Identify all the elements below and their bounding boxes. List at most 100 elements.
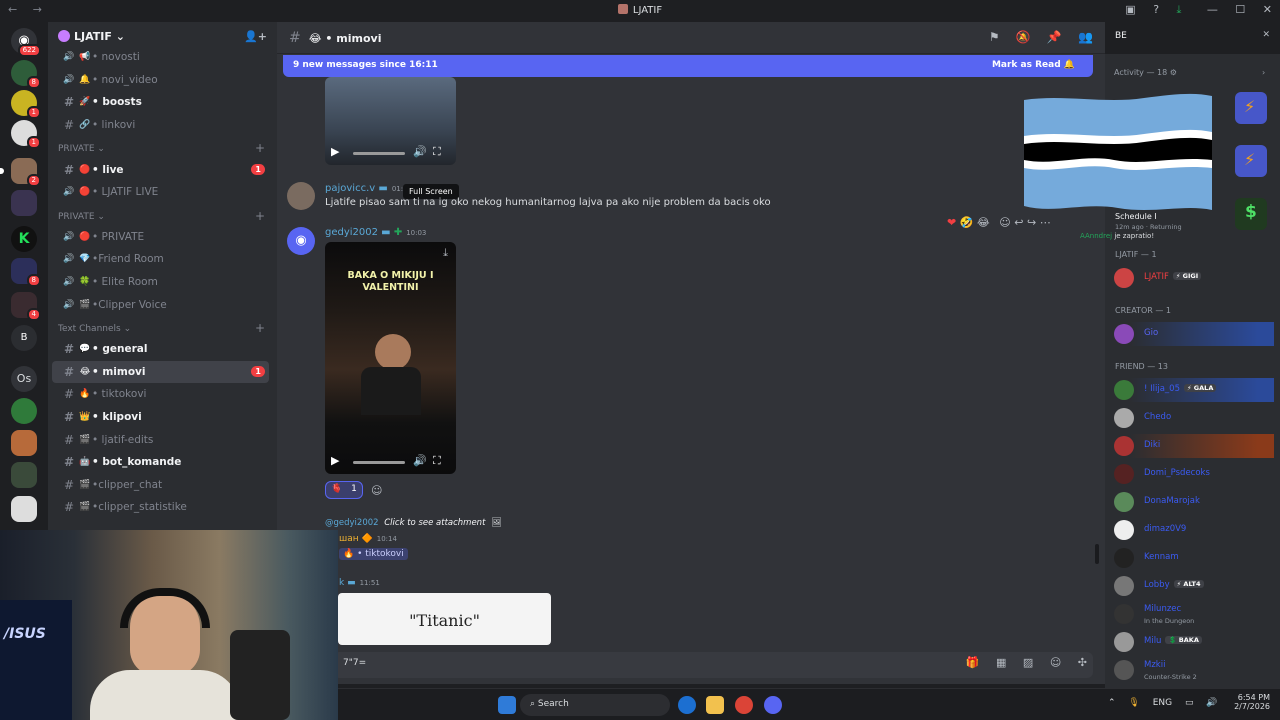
server-icon[interactable]: 1: [11, 120, 41, 149]
discord-home-icon[interactable]: ◉ 622: [11, 28, 41, 57]
activity-header[interactable]: Activity — 18 ⚙ ›: [1114, 68, 1265, 77]
clock[interactable]: 6:54 PM 2/7/2026: [1234, 693, 1270, 711]
forward-icon[interactable]: ↪: [1027, 216, 1036, 229]
reply-user[interactable]: @gedyi2002: [325, 518, 379, 528]
chevron-right-icon[interactable]: ›: [1262, 68, 1265, 77]
member-item[interactable]: Gio: [1114, 322, 1274, 346]
scrollbar-thumb[interactable]: [1095, 544, 1099, 564]
activity-game-icon[interactable]: $: [1235, 198, 1267, 230]
pin-icon[interactable]: 📌: [1047, 30, 1062, 44]
mic-icon[interactable]: 🎙: [1128, 698, 1139, 708]
channel-item[interactable]: 🔊 💎 •Friend Room: [48, 248, 277, 271]
clear-search-icon[interactable]: ✕: [1262, 30, 1270, 40]
server-folder-icon[interactable]: [11, 496, 37, 522]
message-author[interactable]: k ▬ 11:51: [339, 578, 380, 588]
add-user-icon[interactable]: 👤+: [244, 30, 267, 43]
server-icon[interactable]: [11, 398, 37, 424]
search-input[interactable]: BE: [1115, 31, 1127, 41]
activity-game-icon[interactable]: ⚡: [1235, 92, 1267, 124]
author-name[interactable]: шан: [339, 534, 359, 544]
server-folder-icon[interactable]: [11, 462, 37, 488]
video-attachment[interactable]: ▶ 🔊 ⛶: [325, 77, 456, 165]
server-folder-icon[interactable]: 8: [11, 258, 41, 287]
threads-icon[interactable]: ⚑: [989, 30, 1000, 44]
chrome-icon[interactable]: [735, 696, 753, 714]
category-text-channels[interactable]: Text Channels ⌄ +: [48, 316, 277, 338]
member-item[interactable]: Diki: [1114, 434, 1274, 458]
gear-icon[interactable]: ⚙: [1170, 68, 1177, 77]
member-item[interactable]: Domi_Psdecoks: [1114, 462, 1274, 486]
member-item[interactable]: LJATIF ⚡ GIGI: [1114, 266, 1274, 290]
mark-as-read-button[interactable]: Mark as Read 🔔: [992, 60, 1075, 70]
reply-reference[interactable]: @gedyi2002 Click to see attachment 🖼: [325, 518, 502, 528]
discord-taskbar-icon[interactable]: [764, 696, 782, 714]
reply-icon[interactable]: ↩: [1014, 216, 1023, 229]
language-indicator[interactable]: ENG: [1153, 698, 1172, 708]
more-icon[interactable]: ⋯: [1040, 216, 1051, 229]
edge-icon[interactable]: [678, 696, 696, 714]
channel-item[interactable]: 🔊 🔴 • LJATIF LIVE: [48, 181, 277, 204]
gift-icon[interactable]: 🎁: [966, 656, 980, 669]
channel-item[interactable]: # 🔴 • live 1: [48, 158, 277, 181]
server-icon-os[interactable]: Os: [11, 366, 37, 392]
download-icon[interactable]: ⤓: [1177, 3, 1182, 16]
reaction-pill[interactable]: 🫀 1: [325, 481, 363, 499]
server-icon-bf[interactable]: B: [11, 325, 37, 351]
channel-item[interactable]: # 😂 • mimovi 1: [52, 360, 269, 384]
gif-icon[interactable]: ▦: [996, 656, 1006, 669]
play-icon[interactable]: ▶: [331, 454, 339, 467]
speaker-icon[interactable]: 🔊: [1206, 698, 1217, 708]
apps-icon[interactable]: ✣: [1078, 656, 1087, 669]
channel-item[interactable]: # 🎬 •clipper_chat: [48, 474, 277, 497]
close-window-icon[interactable]: ✕: [1263, 3, 1272, 16]
add-channel-icon[interactable]: +: [255, 209, 265, 223]
search-bar[interactable]: BE ✕: [1105, 22, 1280, 54]
add-reaction-button[interactable]: ☺: [366, 482, 387, 500]
channel-item[interactable]: 🔊 🔴 • PRIVATE: [48, 226, 277, 249]
server-folder-icon[interactable]: 4: [11, 292, 41, 321]
channel-mention-text[interactable]: • tiktokovi: [357, 549, 404, 559]
help-icon[interactable]: ?: [1153, 3, 1159, 16]
member-list-icon[interactable]: 👥: [1078, 30, 1093, 44]
chevron-up-icon[interactable]: ⌃: [1108, 698, 1116, 708]
minimize-icon[interactable]: —: [1207, 3, 1218, 16]
inbox-icon[interactable]: ▣: [1125, 3, 1135, 16]
smile-reaction-icon[interactable]: 😂: [977, 216, 990, 229]
network-icon[interactable]: ▭: [1185, 698, 1194, 708]
sticker-icon[interactable]: ▨: [1023, 656, 1033, 669]
image-attachment[interactable]: "Titanic": [338, 593, 551, 645]
add-reaction-icon[interactable]: ☺: [999, 216, 1010, 229]
heart-reaction-icon[interactable]: ❤: [947, 216, 956, 229]
message-author[interactable]: шан 🔶 10:14: [339, 534, 397, 544]
member-item[interactable]: ! Ilija_05 ⚡ GALA: [1114, 378, 1274, 402]
member-item[interactable]: Milu 💲 BAKA: [1114, 630, 1274, 654]
taskbar-search[interactable]: ⌕ Search: [520, 694, 670, 716]
fullscreen-icon[interactable]: ⛶: [433, 145, 441, 159]
mute-bell-icon[interactable]: 🔕: [1016, 30, 1031, 44]
member-item[interactable]: Lobby ⚡ ALT4: [1114, 574, 1274, 598]
member-item[interactable]: Chedo: [1114, 406, 1274, 430]
author-name[interactable]: gedyi2002: [325, 227, 378, 238]
download-icon[interactable]: ⤓: [443, 246, 448, 260]
activity-game-icon[interactable]: ⚡: [1235, 145, 1267, 177]
channel-item[interactable]: # 🚀 • boosts: [48, 91, 277, 114]
server-icon[interactable]: 8: [11, 60, 41, 89]
channel-item[interactable]: # 🤖 • bot_komande: [48, 451, 277, 474]
server-icon-k[interactable]: K: [11, 226, 37, 252]
server-icon[interactable]: [11, 430, 37, 456]
channel-item[interactable]: # 🔥 • tiktokovi: [48, 383, 277, 406]
new-messages-bar[interactable]: 9 new messages since 16:11 Mark as Read 🔔: [283, 55, 1093, 77]
channel-item[interactable]: # 🎬 • ljatif-edits: [48, 428, 277, 451]
avatar[interactable]: ◉: [287, 227, 315, 255]
server-icon-ljatif[interactable]: 2: [0, 158, 41, 187]
video-attachment[interactable]: ⤓ BAKA O MIKIJU I VALENTINI ▶ 🔊 ⛶: [325, 242, 456, 474]
laugh-reaction-icon[interactable]: 🤣: [960, 216, 974, 229]
video-progress[interactable]: [353, 152, 405, 155]
volume-icon[interactable]: 🔊: [413, 145, 427, 158]
channel-mention[interactable]: 🔥 • tiktokovi: [339, 548, 408, 560]
channel-item[interactable]: # 🔗 • linkovi: [48, 114, 277, 137]
emoji-icon[interactable]: ☺: [1050, 656, 1061, 669]
member-item[interactable]: dimaz0V9: [1114, 518, 1274, 542]
message-author[interactable]: pajovicc.v ▬ 01:5: [325, 183, 408, 194]
member-item[interactable]: Mzkii Counter-Strike 2: [1114, 658, 1274, 682]
